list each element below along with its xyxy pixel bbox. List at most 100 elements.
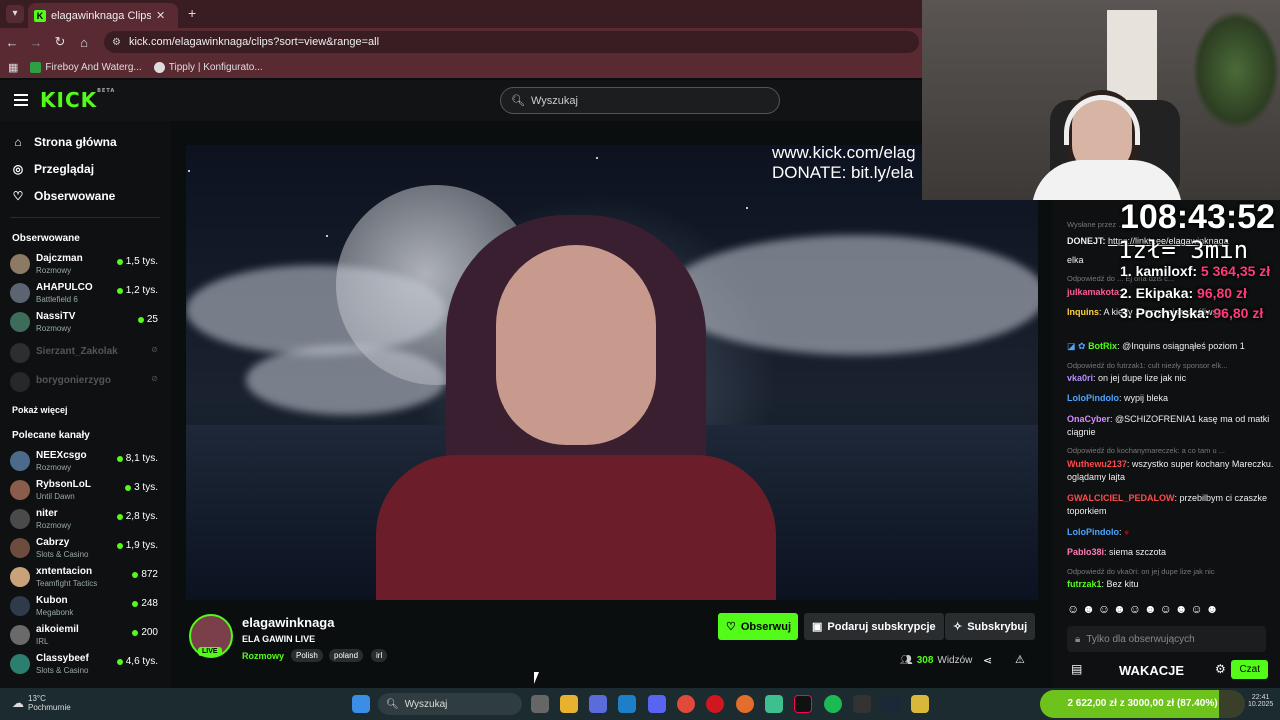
chat-message: LoloPindolo: wypij bleka bbox=[1067, 393, 1169, 403]
search-input[interactable]: 🔍︎ Wyszukaj bbox=[500, 87, 780, 114]
settings-icon[interactable]: ⚙ bbox=[1215, 662, 1226, 676]
sidebar-channel-offline[interactable]: borygonierzygo ⊘ bbox=[10, 370, 160, 398]
live-dot-icon bbox=[116, 287, 123, 294]
viewer-count: 👥︎ 308 Widzów bbox=[900, 655, 973, 666]
show-more-link[interactable]: Pokaż więcej bbox=[12, 405, 68, 415]
channel-category: Slots & Casino bbox=[36, 666, 89, 675]
video-player[interactable]: www.kick.com/elag DONATE: bit.ly/ela bbox=[186, 145, 1038, 600]
channel-name: RybsonLoL bbox=[36, 479, 91, 490]
file-explorer-icon[interactable] bbox=[560, 695, 578, 713]
app-icon[interactable] bbox=[765, 695, 783, 713]
gift-sub-button[interactable]: ▣ Podaruj subskrypcje bbox=[804, 613, 944, 640]
viewer-count: 248 bbox=[132, 598, 158, 609]
send-chat-button[interactable]: Czat bbox=[1231, 660, 1268, 679]
follow-button[interactable]: ♡ Obserwuj bbox=[718, 613, 798, 640]
close-tab-icon[interactable]: ✕ bbox=[156, 9, 165, 22]
subscribe-button[interactable]: ✧ Subskrybuj bbox=[945, 613, 1036, 640]
chat-message: vka0ri: on jej dupe lize jak nic bbox=[1067, 373, 1187, 383]
sidebar-channel[interactable]: xntentacion Teamfight Tactics 872 bbox=[10, 565, 160, 593]
lock-icon: 🔒︎ bbox=[1075, 633, 1081, 645]
live-dot-icon bbox=[116, 455, 123, 462]
report-icon[interactable]: ⚠ bbox=[1015, 653, 1025, 666]
channel-name[interactable]: elagawinknaga bbox=[242, 615, 334, 630]
bookmark-tipply[interactable]: Tipply | Konfigurato... bbox=[153, 61, 263, 73]
emote-bar[interactable]: ☺☻☺☻☺☻☺☻☺☻ bbox=[1067, 602, 1221, 616]
followed-title: Obserwowane bbox=[12, 233, 80, 244]
sidebar-channel[interactable]: NEEXcsgo Rozmowy 8,1 tys. bbox=[10, 449, 160, 477]
bookmark-fireboy[interactable]: Fireboy And Waterg... bbox=[30, 61, 142, 73]
channel-name: NassiTV bbox=[36, 311, 76, 322]
start-icon[interactable] bbox=[352, 695, 370, 713]
forward-icon[interactable]: → bbox=[24, 35, 48, 50]
back-icon[interactable]: ← bbox=[0, 35, 24, 50]
edge-icon[interactable] bbox=[618, 695, 636, 713]
kick-favicon-icon: K bbox=[34, 9, 46, 22]
site-info-icon[interactable]: ⚙ bbox=[112, 37, 121, 48]
weather-widget[interactable]: ☁ 13°C Pochmurnie bbox=[12, 694, 71, 712]
nav-home[interactable]: ⌂ Strona główna bbox=[12, 135, 116, 149]
sidebar-channel[interactable]: AHAPULCO Battlefield 6 1,2 tys. bbox=[10, 281, 160, 309]
channel-category: Rozmowy bbox=[36, 324, 72, 333]
viewer-count: 8,1 tys. bbox=[116, 453, 158, 464]
discord-icon[interactable] bbox=[648, 695, 666, 713]
kick-logo[interactable]: KICKBETA bbox=[40, 88, 115, 112]
video-overlay-text: www.kick.com/elag DONATE: bit.ly/ela bbox=[772, 145, 916, 182]
nav-browse[interactable]: ◎ Przeglądaj bbox=[12, 162, 94, 176]
tag[interactable]: Polish bbox=[291, 649, 323, 662]
webcam-overlay bbox=[922, 0, 1280, 200]
nav-following[interactable]: ♡ Obserwowane bbox=[12, 189, 116, 203]
apps-icon[interactable]: ▦ bbox=[8, 61, 18, 74]
menu-icon[interactable] bbox=[14, 94, 28, 109]
sidebar-channel[interactable]: niter Rozmowy 2,8 tys. bbox=[10, 507, 160, 535]
sidebar-channel[interactable]: RybsonLoL Until Dawn 3 tys. bbox=[10, 478, 160, 506]
tab-list-icon[interactable]: ▾ bbox=[6, 5, 24, 23]
avatar bbox=[10, 538, 30, 558]
bookmark-label: Fireboy And Waterg... bbox=[45, 61, 142, 73]
sidebar-channel[interactable]: Classybeef Slots & Casino 4,6 tys. bbox=[10, 652, 160, 680]
sidebar-channel[interactable]: NassiTV Rozmowy 25 bbox=[10, 310, 160, 338]
spotify-icon[interactable] bbox=[824, 695, 842, 713]
address-bar[interactable]: ⚙ kick.com/elagawinknaga/clips?sort=view… bbox=[104, 31, 919, 53]
chrome-icon[interactable] bbox=[677, 695, 695, 713]
subathon-timer: 108:43:52 bbox=[1120, 198, 1276, 236]
new-tab-icon[interactable]: + bbox=[188, 5, 196, 21]
gift-icon: ▣ bbox=[812, 621, 823, 633]
live-dot-icon bbox=[132, 629, 139, 636]
opera-icon[interactable] bbox=[706, 695, 724, 713]
sidebar-channel[interactable]: Dajczman Rozmowy 1,5 tys. bbox=[10, 252, 160, 280]
reload-icon[interactable]: ↻ bbox=[48, 34, 72, 50]
taskbar-search[interactable]: 🔍︎ Wyszukaj bbox=[378, 693, 522, 715]
channel-name: NEEXcsgo bbox=[36, 450, 87, 461]
task-view-icon[interactable] bbox=[531, 695, 549, 713]
copilot-icon[interactable] bbox=[589, 695, 607, 713]
browser-tab[interactable]: K elagawinknaga Clips - Watc ✕ bbox=[28, 3, 178, 28]
clock[interactable]: 22:41 10.2025 bbox=[1248, 694, 1273, 708]
app-icon[interactable] bbox=[911, 695, 929, 713]
chat-message: futrzak1: Bez kitu bbox=[1067, 579, 1139, 589]
tipply-icon bbox=[153, 61, 165, 73]
sidebar-channel[interactable]: Kubon Megabonk 248 bbox=[10, 594, 160, 622]
chat-message: ◪ ✿ BotRix: @Inquins osiągnąłeś poziom 1 bbox=[1067, 341, 1245, 351]
steam-icon[interactable] bbox=[882, 695, 900, 713]
app-icon[interactable] bbox=[853, 695, 871, 713]
viewer-count: 872 bbox=[132, 569, 158, 580]
home-icon[interactable]: ⌂ bbox=[72, 35, 96, 50]
sidebar-channel[interactable]: Cabrzy Slots & Casino 1,9 tys. bbox=[10, 536, 160, 564]
tag[interactable]: irl bbox=[371, 649, 388, 662]
channel-category: Until Dawn bbox=[36, 492, 75, 501]
chat-message: GWALCICIEL_PEDALOW: przebilbym ci czaszk… bbox=[1067, 493, 1268, 516]
tag[interactable]: poland bbox=[329, 649, 364, 662]
tiktok-icon[interactable] bbox=[794, 695, 812, 713]
chat-input[interactable]: 🔒︎ Tylko dla obserwujących bbox=[1067, 626, 1266, 652]
share-icon[interactable]: ⋖ bbox=[983, 654, 992, 667]
sidebar-channel[interactable]: aikoiemil IRL 200 bbox=[10, 623, 160, 651]
avatar bbox=[10, 625, 30, 645]
nav-label: Obserwowane bbox=[34, 189, 116, 203]
sidebar-channel-offline[interactable]: Sierzant_Zakolak ⊘ bbox=[10, 341, 160, 369]
chat-message: Pablo38i: siema szczota bbox=[1067, 547, 1167, 557]
viewer-count: 25 bbox=[137, 314, 158, 325]
donation-goal-bar: 2 622,00 zł z 3000,00 zł (87.40%) bbox=[1040, 690, 1245, 718]
stream-category[interactable]: Rozmowy bbox=[242, 651, 284, 661]
app-icon[interactable] bbox=[736, 695, 754, 713]
store-icon[interactable]: ▤ bbox=[1071, 662, 1082, 676]
